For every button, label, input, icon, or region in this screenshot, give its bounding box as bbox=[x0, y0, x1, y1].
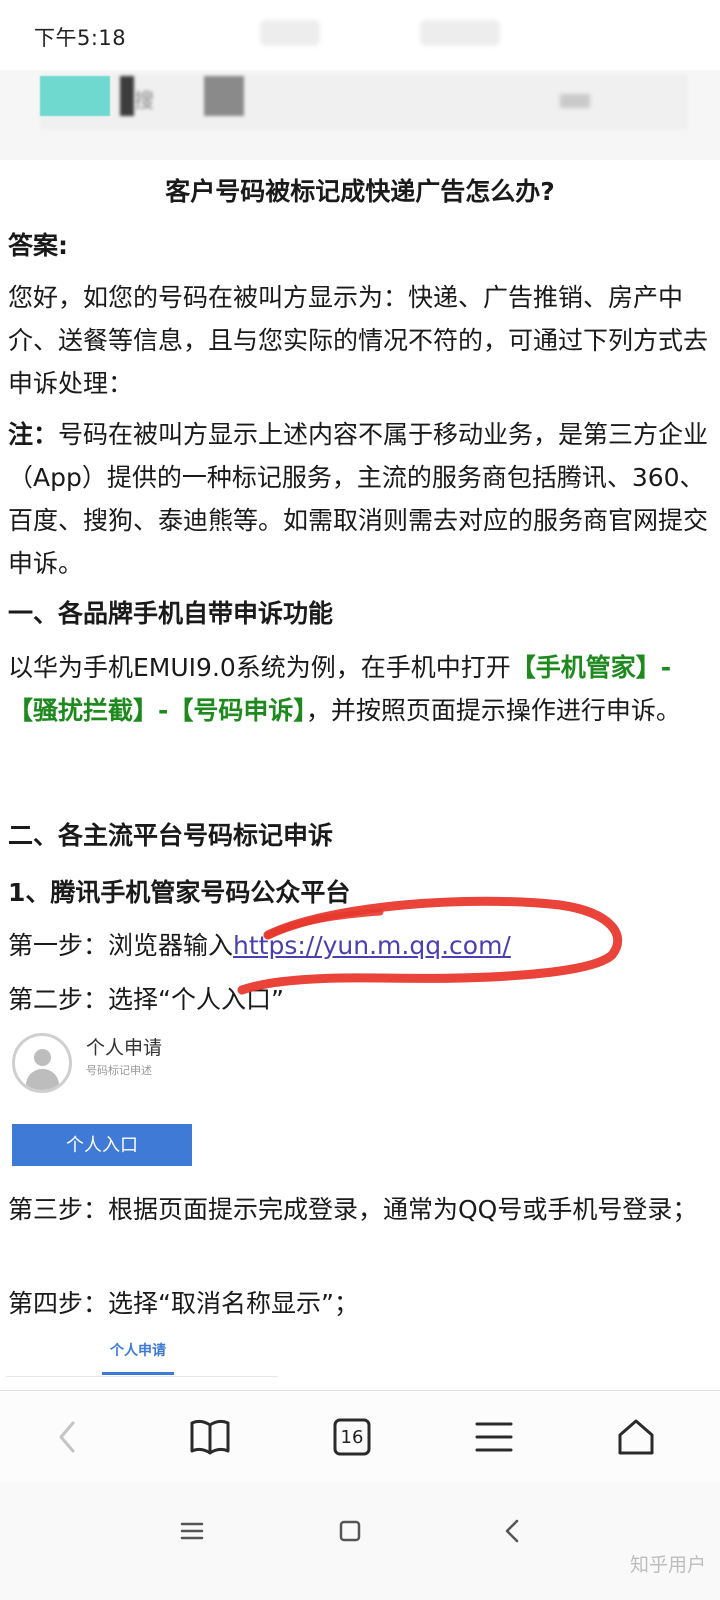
avatar bbox=[12, 1033, 72, 1093]
step2: 第二步：选择“个人入口” bbox=[8, 985, 284, 1014]
tab-active-indicator bbox=[102, 1372, 174, 1375]
tab-count: 16 bbox=[340, 1426, 364, 1448]
menu-button[interactable] bbox=[464, 1409, 524, 1465]
answer-label: 答案: bbox=[8, 231, 68, 260]
home-icon bbox=[618, 1419, 654, 1455]
step1: 第一步：浏览器输入https://yun.m.qq.com/ bbox=[8, 924, 712, 967]
back-button[interactable] bbox=[38, 1409, 98, 1465]
avatar-head-icon bbox=[34, 1049, 51, 1066]
step1-link[interactable]: https://yun.m.qq.com/ bbox=[233, 931, 511, 960]
section1-text-b: ，并按照页面提示操作进行申诉。 bbox=[305, 696, 681, 725]
card-title: 个人申请 bbox=[86, 1037, 163, 1059]
system-back-button[interactable] bbox=[482, 1506, 542, 1556]
article-title: 客户号码被标记成快递广告怎么办? bbox=[165, 177, 555, 206]
status-bar: 下午5:18 bbox=[0, 0, 720, 70]
sub1-heading: 1、腾讯手机管家号码公众平台 bbox=[8, 878, 351, 907]
zhihu-watermark: 知乎用户 bbox=[629, 1554, 706, 1576]
menu-icon bbox=[475, 1422, 513, 1452]
address-label: 搜 bbox=[134, 88, 154, 112]
menu-icon bbox=[180, 1522, 204, 1540]
status-indicators-blurred bbox=[420, 20, 500, 46]
section1-text-a: 以华为手机EMUI9.0系统为例，在手机中打开 bbox=[8, 653, 511, 682]
address-bar[interactable]: 搜 bbox=[0, 70, 720, 160]
book-icon bbox=[190, 1419, 230, 1455]
intro-paragraph: 您好，如您的号码在被叫方显示为：快递、广告推销、房产中介、送餐等信息，且与您实际… bbox=[8, 283, 709, 398]
note-text: 号码在被叫方显示上述内容不属于移动业务，是第三方企业（App）提供的一种标记服务… bbox=[8, 420, 709, 578]
system-menu-button[interactable] bbox=[162, 1506, 222, 1556]
step1-label: 第一步：浏览器输入 bbox=[8, 931, 234, 960]
section1-paragraph: 以华为手机EMUI9.0系统为例，在手机中打开【手机管家】-【骚扰拦截】-【号码… bbox=[8, 646, 712, 732]
personal-entry-button[interactable]: 个人入口 bbox=[12, 1124, 192, 1166]
step3: 第三步：根据页面提示完成登录，通常为QQ号或手机号登录； bbox=[8, 1195, 698, 1224]
step4: 第四步：选择“取消名称显示”； bbox=[8, 1289, 359, 1318]
chevron-left-icon bbox=[505, 1519, 519, 1543]
tabs-button[interactable]: 16 bbox=[322, 1409, 382, 1465]
avatar-body-icon bbox=[26, 1069, 59, 1090]
status-time: 下午5:18 bbox=[34, 26, 127, 50]
square-icon bbox=[339, 1520, 361, 1542]
card-subtitle: 号码标记申述 bbox=[86, 1064, 152, 1077]
bookmarks-button[interactable] bbox=[180, 1409, 240, 1465]
browser-bottom-bar: 16 bbox=[0, 1390, 720, 1482]
home-button[interactable] bbox=[606, 1409, 666, 1465]
address-action-icon[interactable] bbox=[560, 94, 590, 108]
redacted-block bbox=[120, 76, 134, 116]
site-favicon-icon bbox=[40, 76, 110, 116]
system-home-button[interactable] bbox=[320, 1506, 380, 1556]
note-label: 注： bbox=[8, 420, 59, 449]
note-paragraph: 注：号码在被叫方显示上述内容不属于移动业务，是第三方企业（App）提供的一种标记… bbox=[8, 413, 712, 585]
section2-heading: 二、各主流平台号码标记申诉 bbox=[8, 821, 334, 850]
tab-personal-application[interactable]: 个人申请 bbox=[102, 1340, 174, 1360]
section1-heading: 一、各品牌手机自带申诉功能 bbox=[8, 599, 334, 628]
chevron-left-icon bbox=[59, 1421, 75, 1453]
tab-divider bbox=[6, 1376, 278, 1377]
redacted-block bbox=[204, 76, 244, 116]
status-icons-blurred bbox=[260, 20, 320, 46]
system-navigation-bar bbox=[0, 1482, 720, 1600]
